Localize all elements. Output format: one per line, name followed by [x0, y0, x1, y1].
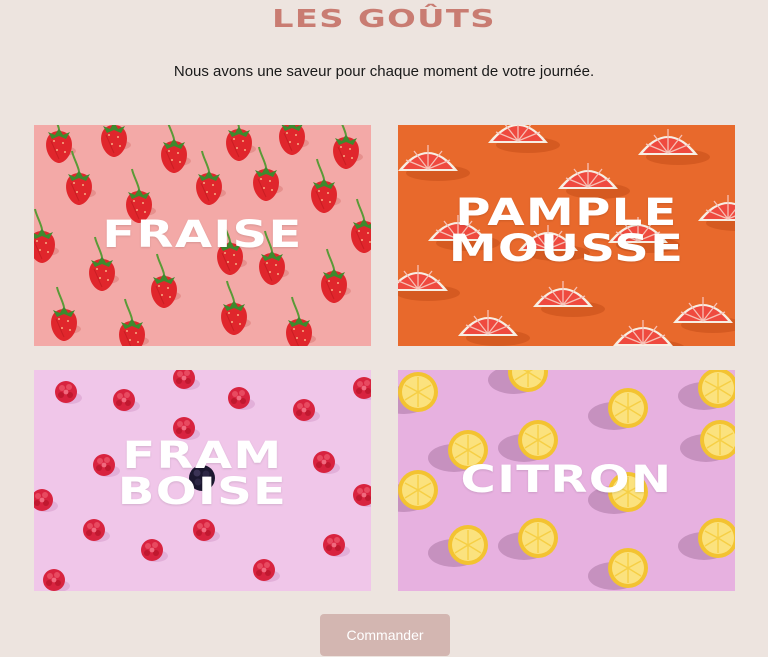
flavor-label-line: MOUSSE	[448, 227, 685, 270]
flavor-card-pamplemousse[interactable]: PAMPLE MOUSSE	[398, 125, 735, 346]
flavor-label-line: BOISE	[117, 470, 288, 513]
flavor-label-fraise: FRAISE	[34, 213, 371, 256]
page-title: LES GOÛTS	[272, 4, 496, 33]
flavor-label-pamplemousse: PAMPLE MOUSSE	[398, 191, 735, 270]
flavor-label-line: PAMPLE	[455, 191, 678, 234]
flavor-card-framboise[interactable]: FRAM BOISE	[34, 370, 371, 591]
order-button[interactable]: Commander	[320, 614, 450, 656]
flavor-label-framboise: FRAM BOISE	[34, 434, 371, 513]
page-subtitle: Nous avons une saveur pour chaque moment…	[173, 63, 595, 80]
flavor-card-fraise[interactable]: FRAISE	[34, 125, 371, 346]
page: LES GOÛTS Nous avons une saveur pour cha…	[0, 0, 768, 657]
flavor-label-line: FRAISE	[102, 213, 303, 256]
flavor-label-line: FRAM	[122, 434, 283, 477]
flavor-label-line: CITRON	[460, 458, 673, 501]
flavor-card-citron[interactable]: CITRON	[398, 370, 735, 591]
flavor-label-citron: CITRON	[398, 458, 735, 501]
